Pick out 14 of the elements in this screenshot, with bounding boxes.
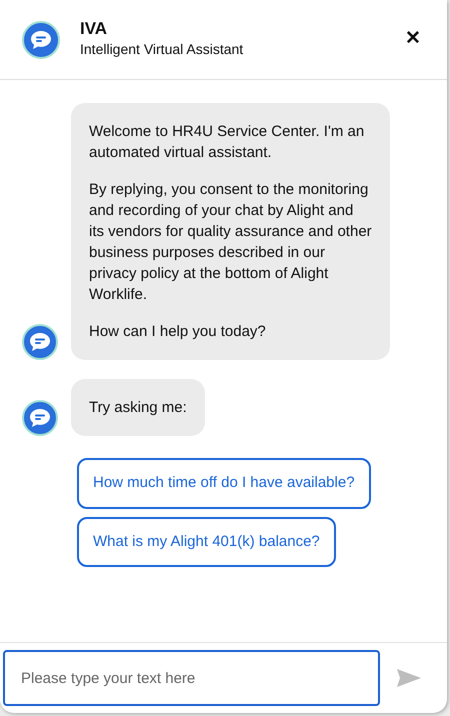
send-icon [396, 668, 422, 688]
assistant-avatar-icon [22, 20, 60, 58]
assistant-avatar-icon [22, 324, 58, 360]
assistant-avatar-icon [22, 400, 58, 436]
message-text: By replying, you consent to the monitoring and recording of your chat by Alight and its vendors for quality assurance and other business purposes described in our privacy policy at the bottom of Alight Worklife. [89, 180, 372, 305]
message-text: How can I help you today? [89, 322, 267, 342]
suggestion-button[interactable]: What is my Alight 401(k) balance? [77, 516, 336, 567]
suggestion-button[interactable]: How much time off do I have available? [77, 458, 371, 508]
message-text: Try asking me: [89, 398, 187, 418]
message-text: Welcome to HR4U Service Center. I'm an automated virtual assistant. [89, 122, 366, 163]
message-input-field[interactable]: Please type your text here [3, 650, 380, 706]
assistant-subtitle: Intelligent Virtual Assistant [80, 40, 244, 59]
close-button[interactable]: ✕ [401, 25, 425, 54]
assistant-name: IVA [80, 19, 108, 39]
